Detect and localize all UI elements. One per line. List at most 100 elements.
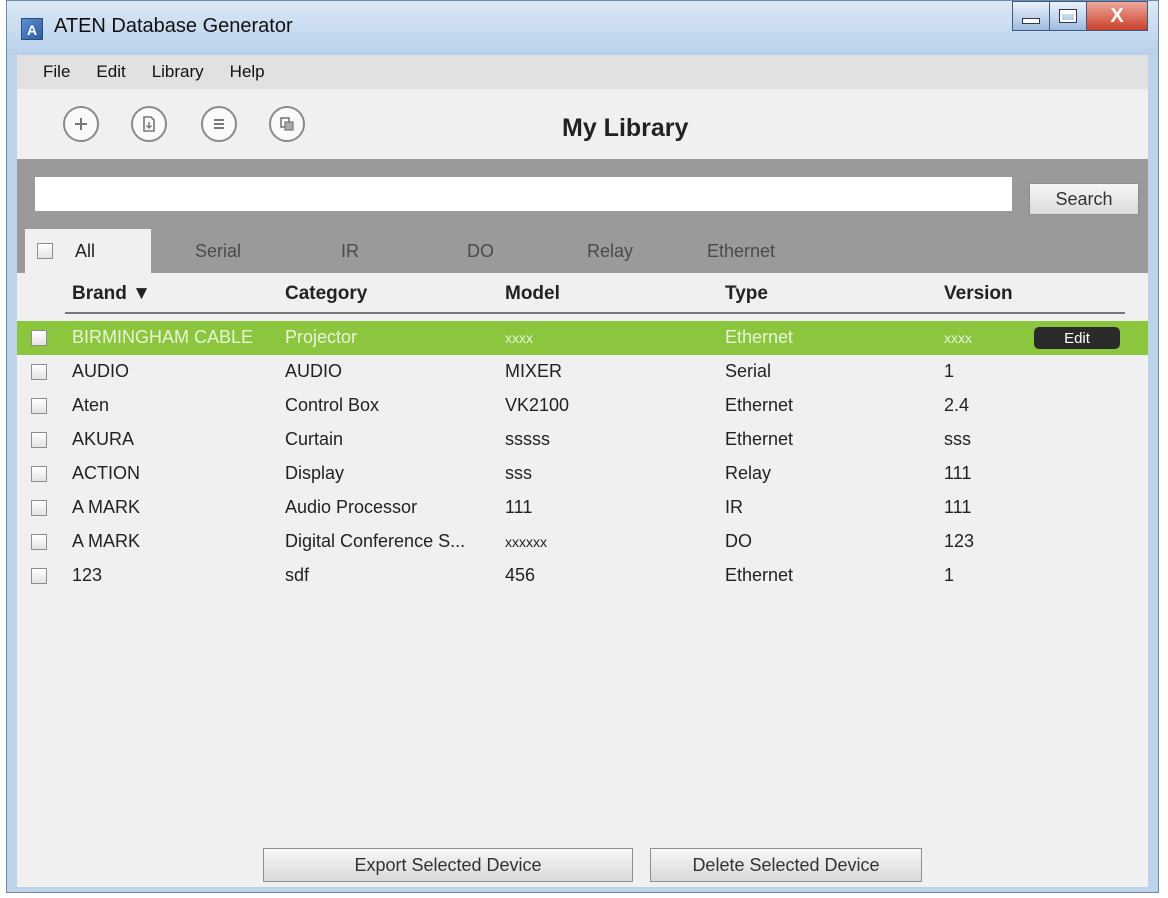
app-window: A ATEN Database Generator X File Edit Li… — [6, 0, 1159, 893]
list-button[interactable] — [201, 106, 237, 142]
table-row[interactable]: AUDIO AUDIO MIXER Serial 1 — [17, 355, 1148, 389]
row-checkbox[interactable] — [31, 500, 47, 516]
menu-library[interactable]: Library — [152, 62, 204, 82]
add-icon — [75, 118, 87, 130]
title-bar[interactable]: A ATEN Database Generator X — [7, 1, 1158, 55]
menu-edit[interactable]: Edit — [96, 62, 125, 82]
row-brand: AUDIO — [72, 361, 130, 381]
header-divider — [65, 312, 1125, 314]
row-version: 1 — [944, 565, 955, 585]
delete-selected-button[interactable]: Delete Selected Device — [650, 848, 922, 882]
row-checkbox[interactable] — [31, 364, 47, 380]
row-brand: 123 — [72, 565, 103, 585]
row-brand: A MARK — [72, 497, 141, 517]
window-controls: X — [1012, 1, 1148, 37]
row-type: DO — [725, 531, 752, 551]
export-selected-button[interactable]: Export Selected Device — [263, 848, 633, 882]
row-checkbox[interactable] — [31, 568, 47, 584]
row-brand: A MARK — [72, 531, 141, 551]
table-row[interactable]: A MARK Audio Processor 111 IR 111 — [17, 491, 1148, 525]
row-type: Ethernet — [725, 429, 794, 449]
row-type: Ethernet — [725, 395, 794, 415]
row-model: 111 — [505, 497, 533, 517]
row-category: Display — [285, 463, 345, 483]
import-icon — [143, 116, 155, 132]
maximize-icon — [1059, 9, 1077, 23]
page-title: My Library — [562, 114, 689, 142]
table-row[interactable]: AKURA Curtain sssss Ethernet sss — [17, 423, 1148, 457]
row-model: xxxxxx — [505, 534, 547, 550]
window-title: ATEN Database Generator — [54, 15, 293, 37]
row-checkbox[interactable] — [31, 432, 47, 448]
table-row[interactable]: ACTION Display sss Relay 111 — [17, 457, 1148, 491]
column-model[interactable]: Model — [505, 283, 560, 305]
menu-file[interactable]: File — [43, 62, 70, 82]
device-table: Brand ▼ Category Model Type Version BIRM… — [17, 273, 1148, 887]
column-type[interactable]: Type — [725, 283, 768, 305]
row-checkbox[interactable] — [31, 534, 47, 550]
row-model: xxxx — [505, 330, 533, 346]
filter-bar: Search All Serial IR DO Relay Ethernet — [17, 159, 1148, 273]
row-version: xxxx — [944, 330, 972, 346]
close-button[interactable]: X — [1086, 1, 1148, 31]
row-category: Audio Processor — [285, 497, 418, 517]
list-icon — [214, 119, 224, 129]
tab-serial[interactable]: Serial — [195, 229, 241, 273]
column-category[interactable]: Category — [285, 283, 367, 305]
row-version: 2.4 — [944, 395, 970, 415]
row-brand: Aten — [72, 395, 110, 415]
table-row[interactable]: Aten Control Box VK2100 Ethernet 2.4 — [17, 389, 1148, 423]
row-category: Control Box — [285, 395, 380, 415]
table-row[interactable]: BIRMINGHAM CABLE Projector xxxx Ethernet… — [17, 321, 1148, 355]
select-all-checkbox[interactable] — [37, 243, 53, 259]
row-model: sss — [505, 463, 532, 483]
row-version: 111 — [944, 463, 972, 483]
minimize-button[interactable] — [1012, 1, 1050, 31]
tab-ethernet[interactable]: Ethernet — [707, 229, 775, 273]
row-brand: BIRMINGHAM CABLE — [72, 327, 254, 347]
column-version[interactable]: Version — [944, 283, 1013, 305]
row-category: sdf — [285, 565, 310, 585]
row-category: Digital Conference S... — [285, 531, 466, 551]
tab-relay[interactable]: Relay — [587, 229, 633, 273]
row-version: 111 — [944, 497, 972, 517]
close-icon: X — [1110, 4, 1124, 27]
copy-button[interactable] — [269, 106, 305, 142]
row-category: Curtain — [285, 429, 344, 449]
table-header: Brand ▼ Category Model Type Version — [17, 273, 1148, 313]
row-version: 1 — [944, 361, 955, 381]
row-category: Projector — [285, 327, 358, 347]
row-version: 123 — [944, 531, 975, 551]
table-row[interactable]: A MARK Digital Conference S... xxxxxx DO… — [17, 525, 1148, 559]
row-brand: ACTION — [72, 463, 141, 483]
row-type: Relay — [725, 463, 772, 483]
app-logo-icon: A — [21, 18, 43, 40]
table-row[interactable]: 123 sdf 456 Ethernet 1 — [17, 559, 1148, 593]
row-type: Serial — [725, 361, 772, 381]
row-checkbox[interactable] — [31, 466, 47, 482]
import-button[interactable] — [131, 106, 167, 142]
row-version: sss — [944, 429, 971, 449]
tab-all-label: All — [75, 240, 96, 261]
tab-ir[interactable]: IR — [341, 229, 359, 273]
menu-bar: File Edit Library Help — [17, 55, 1148, 89]
add-button[interactable] — [63, 106, 99, 142]
tab-all[interactable]: All — [25, 229, 151, 273]
row-checkbox[interactable] — [31, 398, 47, 414]
maximize-button[interactable] — [1049, 1, 1087, 31]
tab-do[interactable]: DO — [467, 229, 494, 273]
minimize-icon — [1022, 18, 1040, 24]
row-type: IR — [725, 497, 743, 517]
row-model: VK2100 — [505, 395, 570, 415]
row-category: AUDIO — [285, 361, 343, 381]
search-input[interactable] — [35, 177, 1012, 211]
row-model: 456 — [505, 565, 536, 585]
row-model: sssss — [505, 429, 550, 449]
search-button[interactable]: Search — [1029, 183, 1139, 215]
row-model: MIXER — [505, 361, 563, 381]
row-type: Ethernet — [725, 327, 794, 347]
column-brand[interactable]: Brand ▼ — [72, 283, 151, 305]
menu-help[interactable]: Help — [230, 62, 265, 82]
edit-button[interactable]: Edit — [1034, 327, 1120, 349]
row-checkbox[interactable] — [31, 330, 47, 346]
